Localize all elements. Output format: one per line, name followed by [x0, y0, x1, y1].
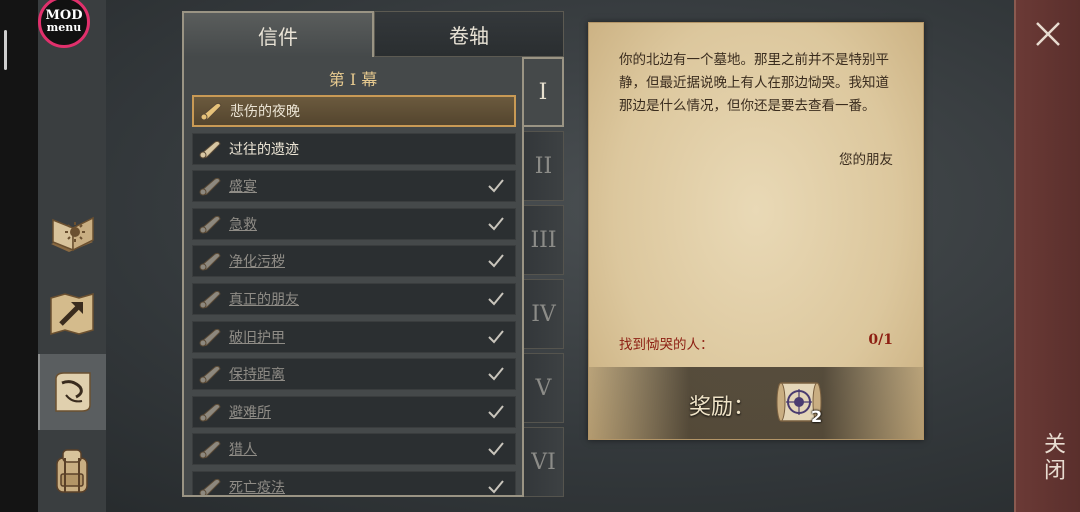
quest-label: 过往的遗迹 [229, 141, 299, 158]
quest-row[interactable]: 盛宴 [192, 170, 516, 203]
check-icon [488, 217, 504, 231]
backpack-icon [56, 449, 88, 493]
letter-parchment: 你的北边有一个墓地。那里之前并不是特别平静，但最近据说晚上有人在那边恸哭。我知道… [588, 22, 924, 440]
act-tab-2[interactable]: II [524, 131, 564, 201]
reward-label: 奖励： [689, 395, 756, 420]
act-title: 第 I 幕 [328, 70, 378, 89]
map-icon [50, 293, 94, 335]
close-icon[interactable] [1034, 20, 1062, 48]
check-icon [488, 405, 504, 419]
scroll-icon [199, 366, 221, 384]
reward-quantity: 2 [811, 407, 823, 426]
scroll-icon [200, 102, 222, 121]
quest-label: 死亡疫法 [229, 480, 285, 496]
scroll-icon [199, 441, 221, 459]
quest-row[interactable]: 悲伤的夜晚 [192, 95, 516, 127]
check-icon [488, 292, 504, 306]
scroll-icon [199, 328, 221, 347]
letter-signature: 您的朋友 [839, 152, 893, 168]
tab-letters[interactable]: 信件 [182, 11, 374, 57]
quest-row[interactable]: 真正的朋友 [192, 283, 516, 315]
check-icon [488, 367, 504, 381]
quest-label: 急救 [229, 216, 257, 233]
quest-label: 避难所 [229, 404, 271, 421]
mod-menu-line2: menu [46, 21, 82, 34]
quest-label: 悲伤的夜晚 [230, 104, 300, 120]
check-icon [488, 254, 504, 268]
nav-quests[interactable] [38, 354, 106, 430]
act-tab-5[interactable]: V [524, 353, 564, 423]
quest-row[interactable]: 急救 [192, 207, 516, 240]
close-panel[interactable]: 关闭 [1014, 0, 1080, 512]
scroll-icon [199, 403, 221, 422]
left-nav [38, 0, 106, 512]
scroll-icon [199, 290, 221, 309]
scroll-icon [199, 140, 221, 159]
check-icon [488, 480, 504, 494]
act-tab-4[interactable]: IV [524, 279, 564, 349]
quest-label: 破旧护甲 [229, 329, 285, 346]
journal-tabs: 信件 卷轴 [182, 11, 564, 57]
close-label[interactable]: 关闭 [1036, 432, 1068, 484]
quest-label: 真正的朋友 [229, 292, 299, 308]
nav-inventory[interactable] [38, 436, 106, 506]
quest-label: 净化污秽 [229, 254, 285, 271]
act-tab-6[interactable]: VI [524, 427, 564, 497]
scroll-icon [199, 478, 221, 495]
quest-row[interactable]: 破旧护甲 [192, 320, 516, 353]
quest-list-panel: 第 I 幕 悲伤的夜晚过往的遗迹盛宴急救净化污秽真正的朋友破旧护甲保持距离避难所… [182, 57, 524, 497]
system-edge-strip [0, 0, 38, 512]
quest-row[interactable]: 猎人 [192, 433, 516, 466]
quest-label: 盛宴 [229, 179, 257, 196]
quest-label: 保持距离 [229, 367, 285, 384]
objective-count: 0/1 [868, 332, 893, 348]
letter-body: 你的北边有一个墓地。那里之前并不是特别平静，但最近据说晚上有人在那边恸哭。我知道… [619, 52, 889, 114]
scroll-icon [199, 178, 221, 196]
scroll-quest-icon [55, 372, 91, 412]
check-icon [488, 179, 504, 193]
tab-scrolls[interactable]: 卷轴 [374, 11, 564, 57]
quest-row[interactable]: 避难所 [192, 395, 516, 428]
act-tab-1[interactable]: I [524, 57, 564, 127]
scroll-icon [199, 253, 221, 271]
nav-skills-book[interactable] [38, 198, 106, 268]
act-tab-3[interactable]: III [524, 205, 564, 275]
check-icon [488, 442, 504, 456]
reward-bar: 奖励： 2 [589, 367, 923, 439]
act-tabs: I II III IV V VI [524, 57, 564, 497]
quest-row[interactable]: 净化污秽 [192, 245, 516, 278]
quest-label: 猎人 [229, 442, 257, 459]
quest-row[interactable]: 死亡疫法 [192, 471, 516, 496]
edge-handle[interactable] [4, 30, 7, 70]
objective-text: 找到恸哭的人： [619, 337, 714, 353]
sun-book-icon [51, 216, 94, 252]
quest-row[interactable]: 过往的遗迹 [192, 132, 516, 165]
check-icon [488, 329, 504, 344]
quest-row[interactable]: 保持距离 [192, 358, 516, 391]
nav-map[interactable] [38, 278, 106, 348]
scroll-icon [199, 215, 221, 234]
